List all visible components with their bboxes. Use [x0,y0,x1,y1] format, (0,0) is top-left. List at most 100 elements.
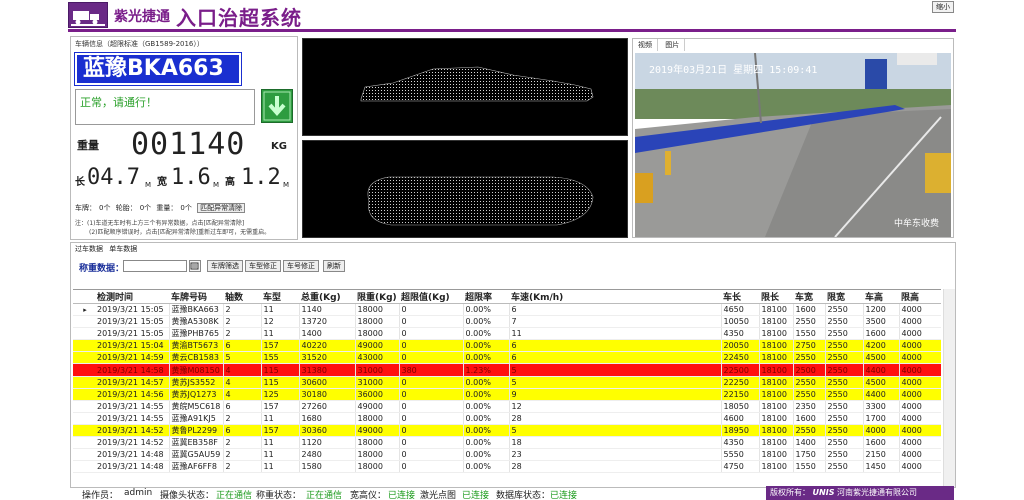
help-note-line-2: (2)匹配顺序错误时，点击[匹配异常清除]重新过车即可，无需重启。 [89,229,271,236]
table-cell: 2 [223,315,262,329]
table-cell: 4750 [721,460,760,474]
table-cell: 1120 [299,436,356,450]
row-selector[interactable]: ▸ [73,303,95,317]
table-cell: 0 [399,315,464,329]
license-plate: 蓝豫BKA663 [74,52,242,86]
filter-plate-button[interactable]: 车牌筛选 [207,260,243,272]
table-cell: 4000 [899,436,941,450]
table-cell: 11 [261,448,300,462]
table-cell: 3500 [863,315,900,329]
length-label: 长 [75,177,85,188]
table-cell: 18 [509,436,722,450]
table-row[interactable]: 2019/3/21 15:05 黄豫A5308K 2 12 13720 18000 0 0.0… [73,315,941,329]
row-selector[interactable] [73,388,95,401]
app-title: 入口治超系统 [176,6,302,30]
column-header[interactable]: 车速(Km/h) [509,290,721,304]
column-header[interactable]: 车型 [261,290,299,304]
column-header[interactable]: 限高 [899,290,941,304]
tab-pass-data[interactable]: 过车数据 [73,244,105,254]
table-cell: 4000 [899,388,941,401]
table-row[interactable]: 2019/3/21 14:56 黄苏JQ1273 4 125 30180 36000 0 0.… [73,388,941,401]
column-header[interactable]: 限宽 [825,290,863,304]
height-value: 1.2 [241,165,281,190]
column-header[interactable]: 车牌号码 [169,290,223,304]
row-selector[interactable] [73,363,95,377]
clear-mismatch-button[interactable]: 匹配异常清除 [197,203,246,213]
width-value: 1.6 [171,165,211,190]
table-cell: 18100 [759,388,794,401]
table-cell: 黄苏JS3552 [169,376,224,389]
table-row[interactable]: 2019/3/21 14:55 蓝豫A91KJ5 2 11 1680 18000 0 0.00… [73,412,941,425]
app-window: 紫光捷通 入口治超系统 缩小 车辆信息（超限标准（GB1589-2016）） 蓝… [0,0,1024,500]
table-row[interactable]: 2019/3/21 15:05 蓝豫PHB765 2 11 1400 18000 0 0.00… [73,327,941,341]
table-row[interactable]: 2019/3/21 14:52 黄鲁PL2299 6 157 30360 49000 0 0.… [73,424,941,438]
table-row[interactable]: 2019/3/21 14:57 黄苏JS3552 4 115 30600 31000 0 0.… [73,376,941,389]
table-cell: 2 [223,327,262,341]
row-selector[interactable] [73,400,95,413]
table-row[interactable]: 2019/3/21 14:48 蓝豫AF6FF8 2 11 1580 18000 0 0.00… [73,460,941,474]
table-row[interactable]: 2019/3/21 14:52 蓝冀EB358F 2 11 1120 18000 0 0.00… [73,436,941,450]
table-row[interactable]: ▸ 2019/3/21 15:05 蓝豫BKA663 2 11 1140 18000 0 0.0… [73,303,941,317]
table-cell: 4000 [899,339,941,353]
fix-type-button[interactable]: 车型修正 [245,260,281,272]
tab-single-data[interactable]: 单车数据 [107,244,139,254]
fix-plate-button[interactable]: 车号修正 [283,260,319,272]
row-selector[interactable] [73,448,95,462]
table-cell: 6 [509,351,722,365]
column-header[interactable]: 限重(Kg) [355,290,399,304]
row-selector[interactable] [73,412,95,425]
table-cell: 2019/3/21 14:55 [95,412,170,425]
table-row[interactable]: 2019/3/21 14:59 黄云CB1583 5 155 31520 43000 0 0.… [73,351,941,365]
column-header[interactable]: 车长 [721,290,759,304]
table-cell: 4000 [899,315,941,329]
table-cell: 2019/3/21 15:04 [95,339,170,353]
row-selector[interactable] [73,460,95,474]
search-icon[interactable] [189,260,201,272]
table-cell: 43000 [355,351,400,365]
column-header[interactable]: 车宽 [793,290,825,304]
table-row[interactable]: 2019/3/21 14:58 黄豫M08150 4 115 31380 31000 380… [73,363,941,377]
column-header[interactable]: 限长 [759,290,793,304]
row-selector[interactable] [73,424,95,438]
row-selector[interactable] [73,436,95,450]
table-cell: 4 [223,363,262,377]
refresh-button[interactable]: 刷新 [323,260,345,272]
table-cell: 23 [509,448,722,462]
table-cell: 0.00% [463,327,510,341]
row-selector[interactable] [73,376,95,389]
table-scrollbar[interactable] [943,289,955,487]
row-selector[interactable] [73,327,95,341]
column-header[interactable]: 超限值(Kg) [399,290,463,304]
width-meter-status: 已连接 [388,491,416,500]
table-cell: 0 [399,448,464,462]
table-cell: 18100 [759,303,794,317]
table-row[interactable]: 2019/3/21 14:48 蓝冀G5AU59 2 11 2480 18000 0 0.00… [73,448,941,462]
minimize-button[interactable]: 缩小 [932,1,954,13]
table-cell: 2019/3/21 14:58 [95,363,170,377]
table-cell: 2550 [825,388,864,401]
column-header[interactable]: 轴数 [223,290,261,304]
column-header[interactable]: 车高 [863,290,899,304]
weigh-counter-label: 重量： [156,204,178,212]
table-row[interactable]: 2019/3/21 15:04 黄渝BT5673 6 157 40220 49000 0 0.… [73,339,941,353]
table-cell: 0 [399,327,464,341]
table-cell: 4500 [863,351,900,365]
tab-image[interactable]: 图片 [660,39,686,51]
row-selector[interactable] [73,315,95,329]
table-cell: 0.00% [463,376,510,389]
table-cell: 18100 [759,412,794,425]
column-header[interactable]: 检测时间 [95,290,169,304]
search-input[interactable] [123,260,187,272]
table-cell: 1140 [299,303,356,317]
table-row[interactable]: 2019/3/21 14:55 黄皖M5C618 6 157 27260 49000 0 0.… [73,400,941,413]
row-selector[interactable] [73,351,95,365]
table-cell: 18000 [355,315,400,329]
tab-video[interactable]: 视频 [633,39,658,51]
table-cell: 18100 [759,400,794,413]
table-cell: 4000 [899,363,941,377]
records-table: 检测时间 车牌号码 轴数 车型 总重(Kg) 限重(Kg) 超限值(Kg) 超限率 车速(Km/… [73,289,941,487]
row-selector[interactable] [73,339,95,353]
column-header[interactable]: 总重(Kg) [299,290,355,304]
table-cell: 2550 [825,303,864,317]
column-header[interactable]: 超限率 [463,290,509,304]
